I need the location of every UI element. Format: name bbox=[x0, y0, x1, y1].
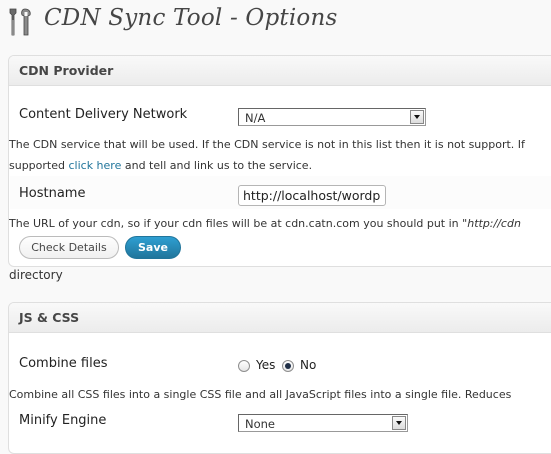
combine-files-description: Combine all CSS files into a single CSS … bbox=[9, 388, 512, 401]
combine-yes-radio[interactable] bbox=[238, 360, 250, 372]
cdn-provider-header: CDN Provider bbox=[9, 56, 551, 86]
combine-files-label: Combine files bbox=[19, 356, 108, 371]
hostname-label: Hostname bbox=[19, 186, 86, 201]
page-title: CDN Sync Tool - Options bbox=[44, 5, 338, 31]
hostname-input[interactable]: http://localhost/wordp bbox=[238, 185, 386, 206]
check-details-button[interactable]: Check Details bbox=[19, 236, 119, 259]
cdn-network-select[interactable]: N/A bbox=[238, 108, 426, 126]
save-button[interactable]: Save bbox=[125, 236, 181, 259]
chevron-down-icon[interactable] bbox=[410, 110, 424, 124]
minify-engine-label: Minify Engine bbox=[19, 413, 107, 428]
directory-text: directory bbox=[9, 268, 63, 282]
cdn-network-description: The CDN service that will be used. If th… bbox=[9, 138, 525, 151]
hostname-description: The URL of your cdn, so if your cdn file… bbox=[9, 217, 521, 230]
minify-engine-select[interactable]: None bbox=[238, 414, 408, 432]
combine-yes-label[interactable]: Yes bbox=[256, 358, 275, 372]
cdn-network-label: Content Delivery Network bbox=[19, 107, 188, 122]
chevron-down-icon[interactable] bbox=[392, 416, 406, 430]
js-css-header: JS & CSS bbox=[9, 303, 551, 333]
combine-no-radio[interactable] bbox=[282, 360, 294, 372]
click-here-link[interactable]: click here bbox=[68, 159, 121, 172]
cdn-network-value: N/A bbox=[245, 111, 266, 125]
cdn-network-help: supported click here and tell and link u… bbox=[9, 159, 312, 172]
tools-icon bbox=[9, 8, 31, 36]
help-text-prefix: supported bbox=[9, 159, 65, 172]
combine-no-label[interactable]: No bbox=[300, 358, 316, 372]
minify-engine-value: None bbox=[245, 417, 276, 431]
help-text-suffix: and tell and link us to the service. bbox=[124, 159, 313, 172]
